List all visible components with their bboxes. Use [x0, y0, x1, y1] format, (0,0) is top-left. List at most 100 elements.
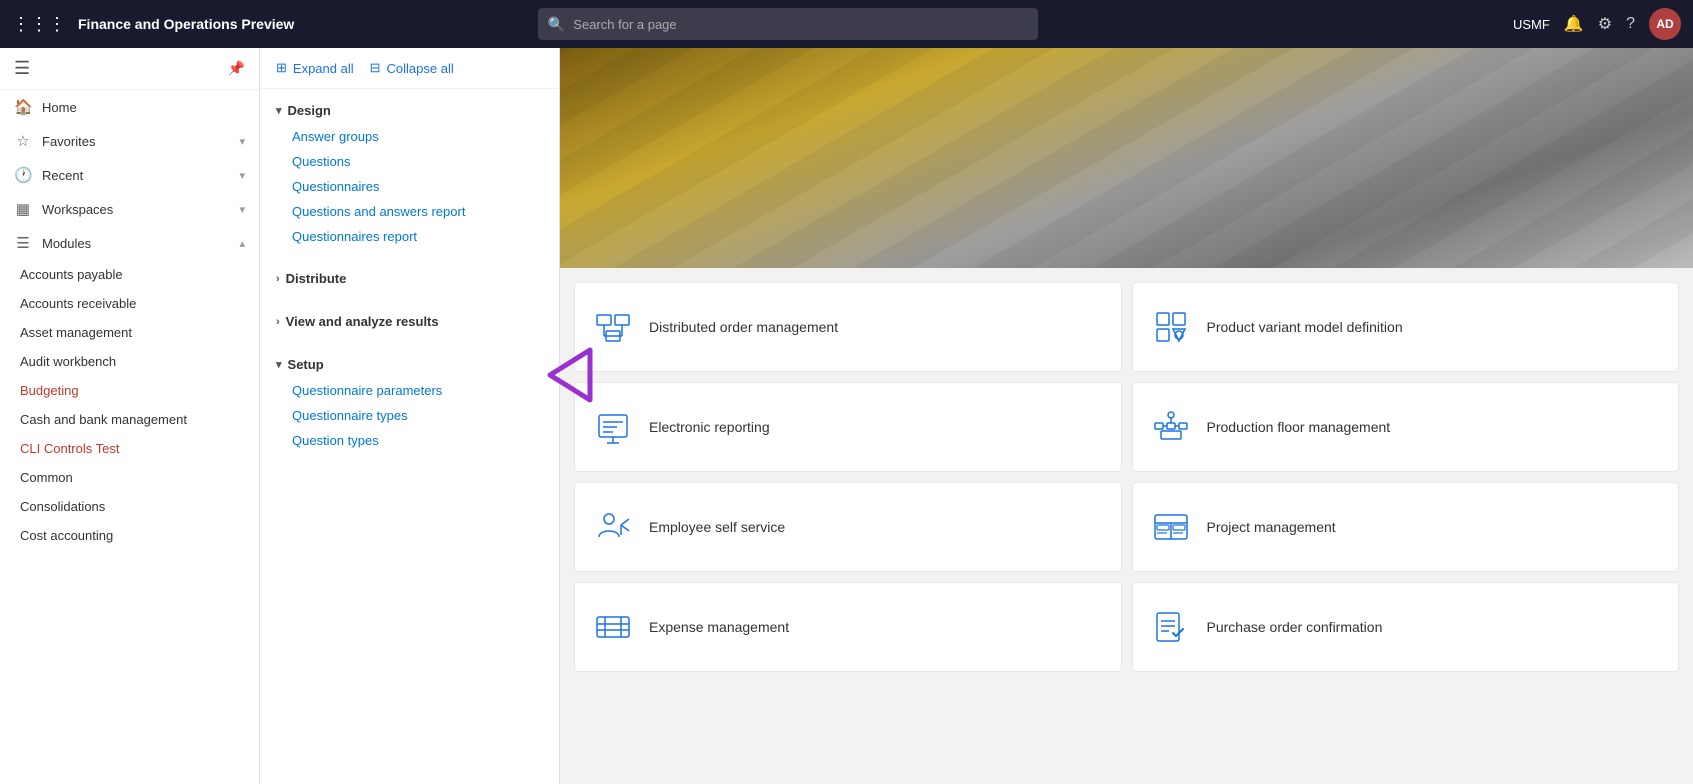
- tree-item-questionnaire-params[interactable]: Questionnaire parameters: [260, 378, 559, 403]
- modules-icon: ☰: [14, 234, 32, 252]
- section-design: ▾ Design Answer groups Questions Questio…: [260, 89, 559, 257]
- recent-icon: 🕐: [14, 166, 32, 184]
- search-input[interactable]: [573, 17, 1028, 32]
- sidebar-item-workspaces[interactable]: ▦ Workspaces ▾: [0, 192, 259, 226]
- workspaces-icon: ▦: [14, 200, 32, 218]
- module-common[interactable]: Common: [0, 463, 259, 492]
- expand-icon: ⊞: [276, 60, 287, 76]
- tree-item-answer-groups[interactable]: Answer groups: [260, 124, 559, 149]
- tree-item-questionnaires-report[interactable]: Questionnaires report: [260, 224, 559, 249]
- tile-distributed-order[interactable]: Distributed order management: [574, 282, 1122, 372]
- user-avatar[interactable]: AD: [1649, 8, 1681, 40]
- content-area: Distributed order management Product var…: [560, 48, 1693, 784]
- home-icon: 🏠: [14, 98, 32, 116]
- section-view-analyze-header[interactable]: › View and analyze results: [260, 308, 559, 335]
- tiles-grid: Distributed order management Product var…: [560, 268, 1693, 686]
- favorites-label: Favorites: [42, 134, 229, 149]
- sidebar-item-recent[interactable]: 🕐 Recent ▾: [0, 158, 259, 192]
- module-cost-accounting[interactable]: Cost accounting: [0, 521, 259, 550]
- expense-management-icon: [593, 607, 633, 647]
- section-design-header[interactable]: ▾ Design: [260, 97, 559, 124]
- design-collapse-arrow: ▾: [276, 104, 282, 117]
- module-budgeting[interactable]: Budgeting: [0, 376, 259, 405]
- collapse-icon: ⊟: [370, 60, 381, 76]
- module-cli-controls[interactable]: CLI Controls Test: [0, 434, 259, 463]
- app-title: Finance and Operations Preview: [78, 16, 294, 32]
- modules-label: Modules: [42, 236, 229, 251]
- user-company-label: USMF: [1513, 17, 1550, 32]
- project-management-label: Project management: [1207, 518, 1336, 536]
- distribute-expand-arrow: ›: [276, 273, 280, 285]
- section-setup-header[interactable]: ▾ Setup: [260, 351, 559, 378]
- favorites-chevron: ▾: [239, 135, 245, 148]
- tile-product-variant[interactable]: Product variant model definition: [1132, 282, 1680, 372]
- expand-all-label: Expand all: [293, 61, 354, 76]
- hero-image-inner: [560, 48, 1693, 268]
- module-cash-bank[interactable]: Cash and bank management: [0, 405, 259, 434]
- modules-chevron: ▴: [239, 237, 245, 250]
- employee-self-icon: [593, 507, 633, 547]
- product-variant-label: Product variant model definition: [1207, 318, 1403, 336]
- middle-panel: ⊞ Expand all ⊟ Collapse all ▾ Design Ans…: [260, 48, 560, 784]
- section-setup: ▾ Setup Questionnaire parameters Questio…: [260, 343, 559, 461]
- product-variant-icon: [1151, 307, 1191, 347]
- module-accounts-payable[interactable]: Accounts payable: [0, 260, 259, 289]
- app-grid-icon[interactable]: ⋮⋮⋮: [12, 14, 66, 35]
- collapse-all-label: Collapse all: [387, 61, 454, 76]
- tree-item-qa-report[interactable]: Questions and answers report: [260, 199, 559, 224]
- distributed-order-label: Distributed order management: [649, 318, 838, 336]
- expand-collapse-bar: ⊞ Expand all ⊟ Collapse all: [260, 48, 559, 89]
- module-accounts-receivable[interactable]: Accounts receivable: [0, 289, 259, 318]
- view-analyze-expand-arrow: ›: [276, 316, 280, 328]
- left-sidebar: ☰ 📌 🏠 Home ☆ Favorites ▾ 🕐 Recent ▾ ▦ Wo…: [0, 48, 260, 784]
- tree-item-questions[interactable]: Questions: [260, 149, 559, 174]
- production-floor-icon: [1151, 407, 1191, 447]
- top-navigation: ⋮⋮⋮ Finance and Operations Preview 🔍 USM…: [0, 0, 1693, 48]
- hamburger-icon[interactable]: ☰: [14, 58, 30, 79]
- setup-label: Setup: [288, 357, 324, 372]
- module-consolidations[interactable]: Consolidations: [0, 492, 259, 521]
- tile-production-floor[interactable]: Production floor management: [1132, 382, 1680, 472]
- design-label: Design: [288, 103, 331, 118]
- expand-all-button[interactable]: ⊞ Expand all: [276, 60, 354, 76]
- sidebar-top-bar: ☰ 📌: [0, 48, 259, 90]
- notification-icon[interactable]: 🔔: [1564, 14, 1584, 34]
- tile-employee-self[interactable]: Employee self service: [574, 482, 1122, 572]
- workspaces-chevron: ▾: [239, 203, 245, 216]
- tree-item-questionnaire-types[interactable]: Questionnaire types: [260, 403, 559, 428]
- setup-collapse-arrow: ▾: [276, 358, 282, 371]
- tree-item-question-types[interactable]: Question types: [260, 428, 559, 453]
- main-layout: ☰ 📌 🏠 Home ☆ Favorites ▾ 🕐 Recent ▾ ▦ Wo…: [0, 48, 1693, 784]
- tile-project-management[interactable]: Project management: [1132, 482, 1680, 572]
- project-management-icon: [1151, 507, 1191, 547]
- section-distribute: › Distribute: [260, 257, 559, 300]
- search-icon: 🔍: [548, 16, 565, 33]
- production-floor-label: Production floor management: [1207, 418, 1391, 436]
- employee-self-label: Employee self service: [649, 518, 785, 536]
- workspaces-label: Workspaces: [42, 202, 229, 217]
- section-distribute-header[interactable]: › Distribute: [260, 265, 559, 292]
- purchase-order-label: Purchase order confirmation: [1207, 618, 1383, 636]
- search-bar: 🔍: [538, 8, 1038, 40]
- purchase-order-icon: [1151, 607, 1191, 647]
- sidebar-navigation: 🏠 Home ☆ Favorites ▾ 🕐 Recent ▾ ▦ Worksp…: [0, 90, 259, 784]
- favorites-icon: ☆: [14, 132, 32, 150]
- pin-icon[interactable]: 📌: [228, 60, 245, 77]
- sidebar-item-favorites[interactable]: ☆ Favorites ▾: [0, 124, 259, 158]
- module-asset-management[interactable]: Asset management: [0, 318, 259, 347]
- expense-management-label: Expense management: [649, 618, 789, 636]
- module-audit-workbench[interactable]: Audit workbench: [0, 347, 259, 376]
- hero-image: [560, 48, 1693, 268]
- tile-purchase-order[interactable]: Purchase order confirmation: [1132, 582, 1680, 672]
- tile-expense-management[interactable]: Expense management: [574, 582, 1122, 672]
- sidebar-item-modules[interactable]: ☰ Modules ▴: [0, 226, 259, 260]
- tile-electronic-reporting[interactable]: Electronic reporting: [574, 382, 1122, 472]
- home-label: Home: [42, 100, 245, 115]
- electronic-reporting-label: Electronic reporting: [649, 418, 770, 436]
- help-icon[interactable]: ?: [1626, 15, 1635, 33]
- settings-icon[interactable]: ⚙: [1598, 14, 1612, 34]
- sidebar-item-home[interactable]: 🏠 Home: [0, 90, 259, 124]
- recent-label: Recent: [42, 168, 229, 183]
- collapse-all-button[interactable]: ⊟ Collapse all: [370, 60, 454, 76]
- tree-item-questionnaires[interactable]: Questionnaires: [260, 174, 559, 199]
